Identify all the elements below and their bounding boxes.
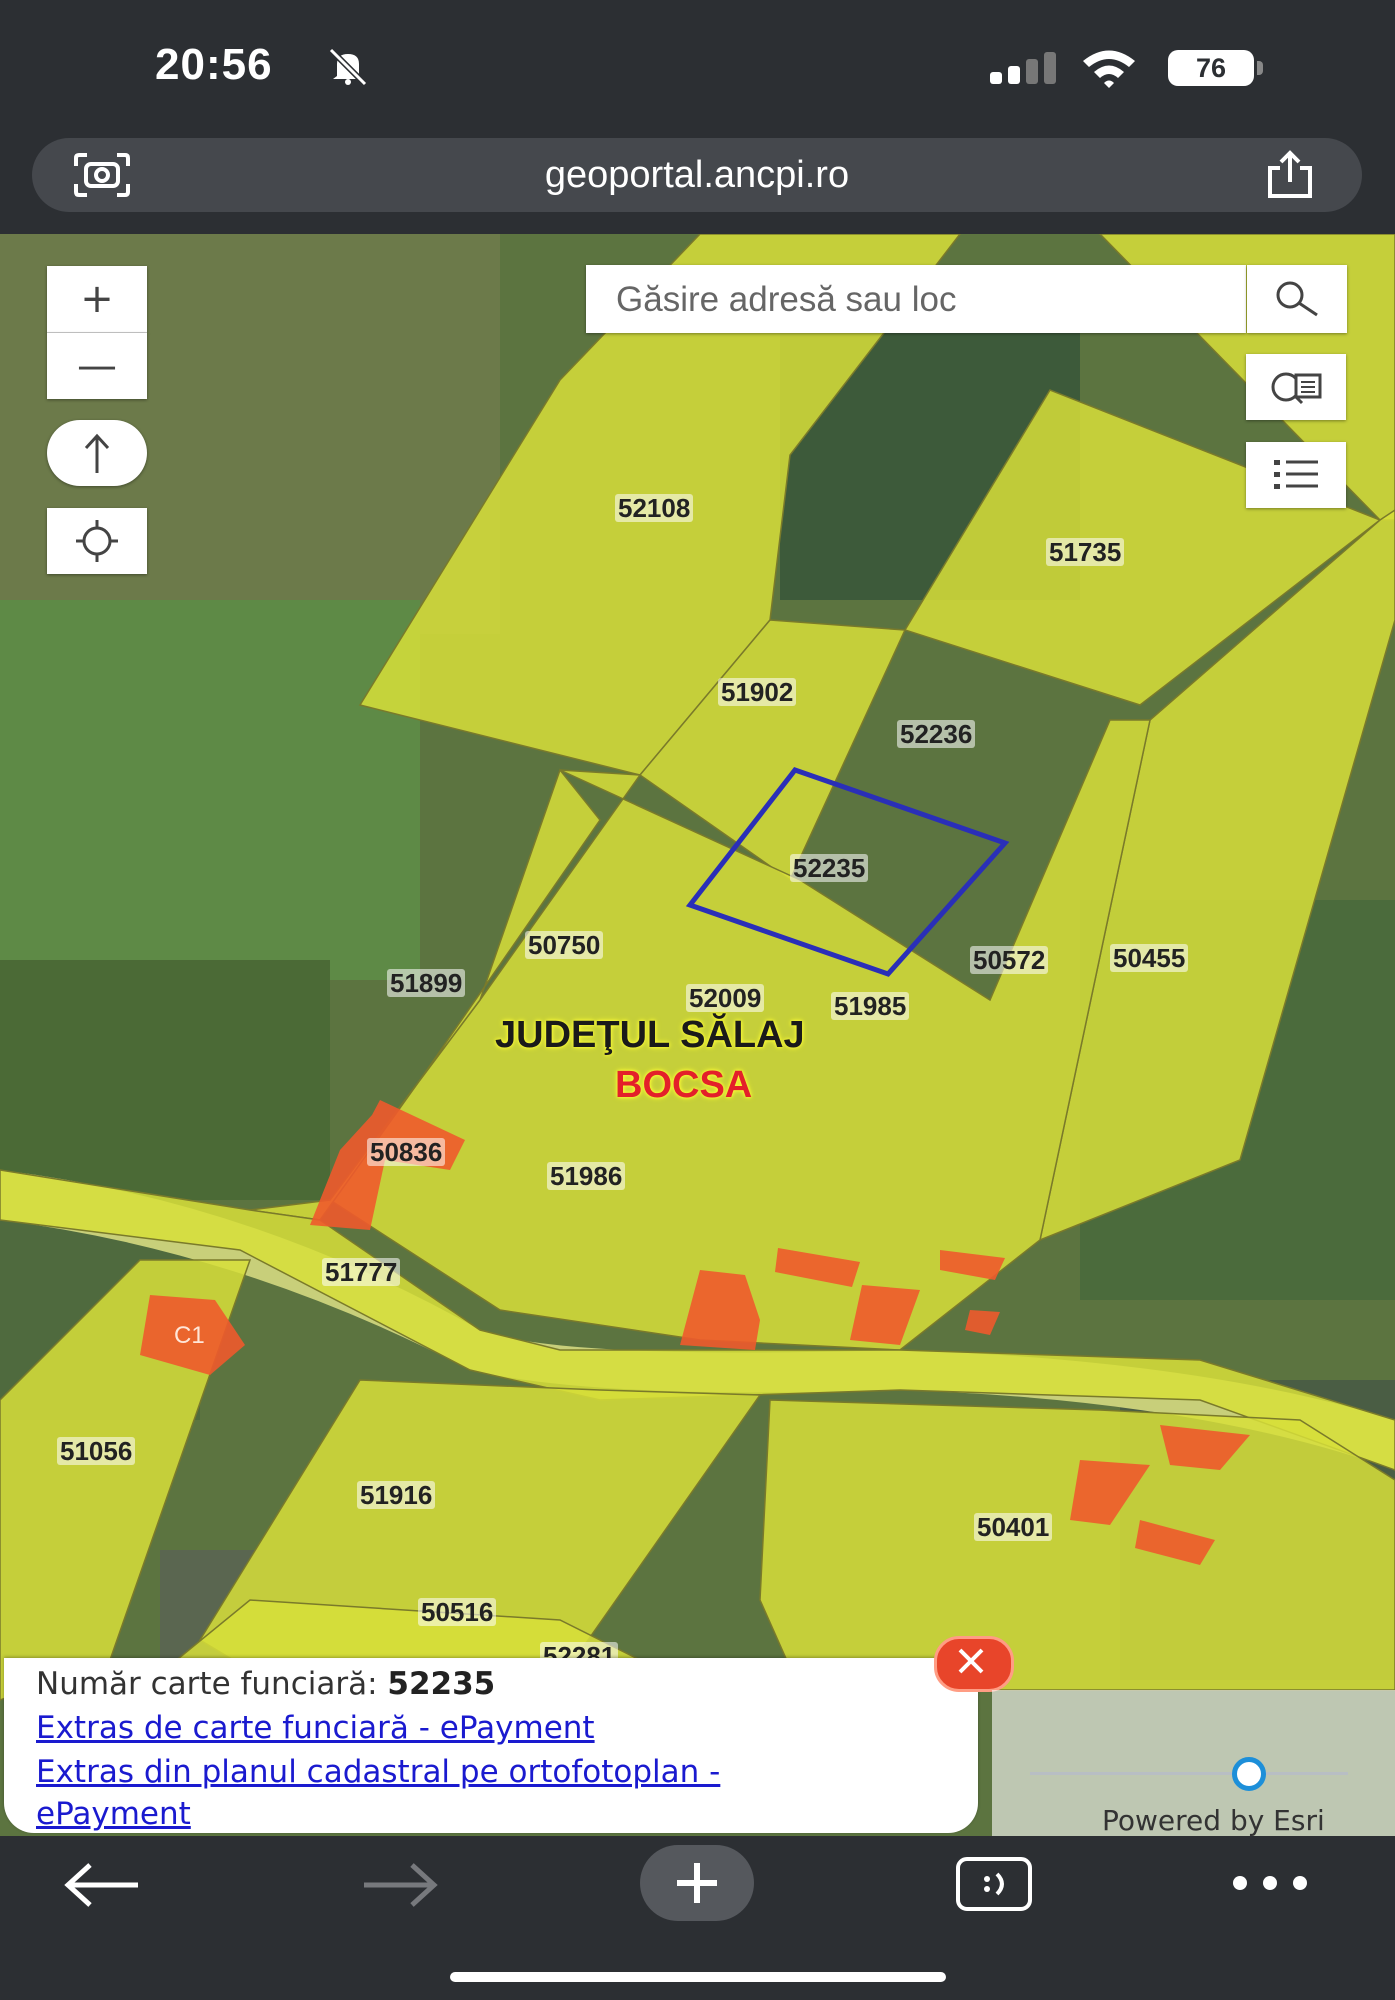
locate-icon[interactable] [74,518,120,564]
parcel-label[interactable]: 50750 [525,931,604,959]
county-label: JUDEŢUL SĂLAJ [495,1014,805,1056]
search-input[interactable] [614,265,1218,335]
parcel-label[interactable]: 51916 [357,1481,436,1509]
new-tab-icon[interactable] [640,1845,754,1921]
attribution[interactable]: Powered by Esri [1102,1804,1325,1837]
parcel-label[interactable]: 52108 [615,494,694,522]
cellular-signal-icon [990,52,1056,84]
zoom-in-button[interactable]: + [47,266,147,333]
url-text[interactable]: geoportal.ancpi.ro [32,138,1362,212]
bell-muted-icon [328,47,368,86]
building-label: C1 [174,1322,205,1349]
compass-button[interactable] [47,420,147,486]
clock: 20:56 [155,40,273,89]
share-icon[interactable] [1262,150,1318,200]
battery-level: 76 [1168,50,1254,86]
address-bar[interactable]: geoportal.ancpi.ro [32,138,1362,212]
parcel-label[interactable]: 51899 [387,969,466,997]
map-view[interactable]: 52108 51735 51902 52236 52235 50750 5189… [0,234,1395,1836]
slider-track[interactable] [1030,1772,1348,1775]
zoom-in-icon[interactable]: + [80,276,114,322]
compass-icon[interactable] [82,431,112,475]
close-icon[interactable] [934,1636,1008,1686]
zoom-out-button[interactable]: — [47,333,147,399]
parcel-label[interactable]: 51986 [547,1162,626,1190]
parcel-label[interactable]: 51777 [322,1258,401,1286]
forward-arrow-icon[interactable] [360,1860,440,1910]
wifi-icon [1083,50,1135,88]
home-indicator[interactable] [450,1972,946,1982]
search-icon[interactable] [1272,279,1322,319]
cadastral-plan-extract-link[interactable]: Extras din planul cadastral pe ortofotop… [36,1754,720,1790]
parcel-label-selected[interactable]: 52235 [790,854,869,882]
slider-handle[interactable] [1232,1757,1266,1791]
legend-button[interactable] [1246,442,1346,508]
battery-icon: 76 [1168,50,1264,86]
back-arrow-icon[interactable] [62,1860,142,1910]
visual-lookup-icon[interactable] [72,152,132,198]
zoom-out-icon[interactable]: — [77,343,117,389]
land-book-extract-link[interactable]: Extras de carte funciară - ePayment [36,1710,595,1746]
more-icon[interactable] [1230,1868,1310,1898]
parcel-label[interactable]: 50455 [1110,944,1189,972]
tabs-icon[interactable] [955,1856,1033,1912]
parcel-label[interactable]: 52236 [897,720,976,748]
parcel-label[interactable]: 50401 [974,1513,1053,1541]
parcel-label[interactable]: 51735 [1046,538,1125,566]
parcel-label[interactable]: 50836 [367,1138,446,1166]
popup-title-label: Număr carte funciară: [36,1666,378,1702]
search-box[interactable] [586,265,1246,335]
locate-button[interactable] [47,508,147,574]
parcel-label[interactable]: 52009 [686,984,765,1012]
basemap-gallery-button[interactable] [1246,354,1346,420]
parcel-popup: Număr carte funciară: 52235 Extras de ca… [4,1658,978,1833]
parcel-label[interactable]: 51902 [718,678,797,706]
search-button[interactable] [1247,265,1347,333]
parcel-label[interactable]: 50516 [418,1598,497,1626]
status-bar: 20:56 76 [0,0,1395,130]
popup-title: Număr carte funciară: 52235 [36,1666,495,1702]
cadastral-plan-extract-link-cont[interactable]: ePayment [36,1796,191,1832]
parcel-label[interactable]: 51985 [831,992,910,1020]
basemap-gallery-icon[interactable] [1268,369,1324,405]
popup-title-value: 52235 [387,1666,496,1702]
parcel-label[interactable]: 51056 [57,1437,136,1465]
close-popup-button[interactable] [934,1636,1014,1692]
town-label: BOCSA [615,1064,753,1106]
legend-icon[interactable] [1272,457,1320,493]
parcel-label[interactable]: 50572 [970,946,1049,974]
